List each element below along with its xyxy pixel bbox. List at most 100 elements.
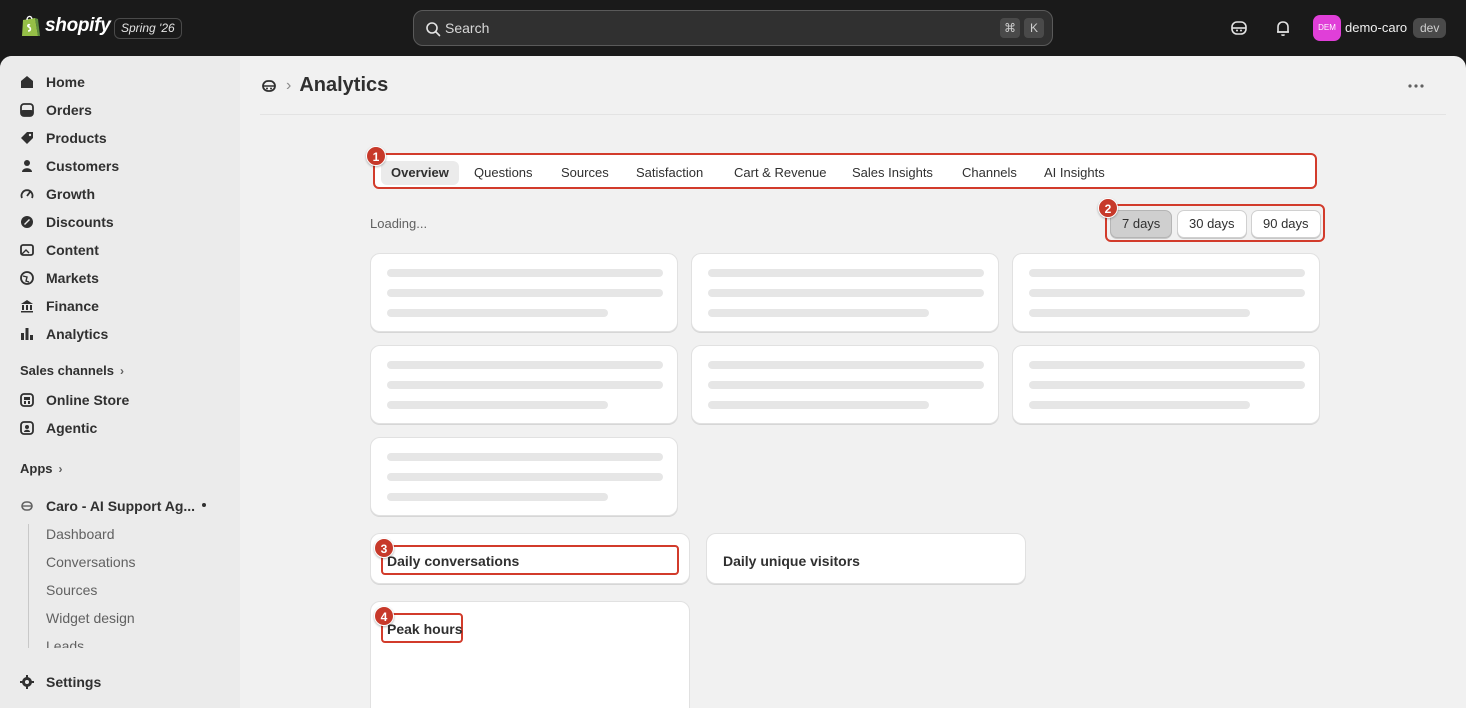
- tag-icon: [21, 132, 33, 144]
- search-icon: [426, 22, 441, 37]
- sidebar-subitem-widget-design[interactable]: Widget design: [46, 610, 135, 626]
- sidebar-item-label: Growth: [46, 186, 95, 202]
- app-robot-icon: [21, 501, 33, 511]
- subnav-guide-line: [28, 524, 29, 648]
- sidebar-item-settings[interactable]: Settings: [20, 670, 101, 694]
- version-badge: Spring '26: [114, 18, 182, 39]
- sidebar-item-label: Home: [46, 74, 85, 90]
- gauge-icon: [20, 189, 34, 199]
- tab-questions[interactable]: Questions: [464, 161, 543, 185]
- sidebar-item-home[interactable]: Home: [20, 70, 85, 94]
- card-title: Daily unique visitors: [723, 553, 860, 569]
- breadcrumb: › Analytics: [260, 74, 388, 97]
- sidebar-item-analytics[interactable]: Analytics: [20, 322, 108, 346]
- main-content: › Analytics Overview Questions Sources S…: [240, 56, 1466, 708]
- sidebar-subitem-dashboard[interactable]: Dashboard: [46, 526, 115, 542]
- app-status-dot: [202, 503, 206, 507]
- peak-hours-card: Peak hours: [370, 601, 690, 708]
- metric-skeleton-card: [370, 437, 678, 516]
- tab-sales-insights[interactable]: Sales Insights: [842, 161, 943, 185]
- annotation-marker-1: 1: [366, 146, 386, 166]
- sidebar-subitem-leads[interactable]: Leads: [46, 638, 84, 648]
- app-robot-icon[interactable]: [260, 77, 278, 95]
- sidebar-item-content[interactable]: Content: [20, 238, 99, 262]
- annotation-marker-2: 2: [1098, 198, 1118, 218]
- metric-skeleton-card: [691, 253, 999, 332]
- page-title: Analytics: [299, 74, 389, 96]
- image-icon: [20, 244, 34, 256]
- search-bar[interactable]: ⌘ K: [413, 10, 1053, 46]
- sidebar-item-caro-app[interactable]: Caro - AI Support Ag...: [20, 494, 195, 518]
- sales-channels-section[interactable]: Sales channels ›: [20, 363, 124, 378]
- sidebar-item-agentic[interactable]: Agentic: [20, 416, 97, 440]
- tab-channels[interactable]: Channels: [952, 161, 1027, 185]
- sidekick-icon[interactable]: [1229, 18, 1249, 38]
- range-90-days-button[interactable]: 90 days: [1251, 210, 1321, 238]
- avatar[interactable]: DEM: [1313, 15, 1341, 41]
- sidebar: Home Orders Products Customers Growth Di…: [0, 56, 240, 708]
- sidebar-item-label: Online Store: [46, 392, 130, 408]
- sidebar-item-customers[interactable]: Customers: [20, 154, 119, 178]
- sidebar-item-label: Caro - AI Support Ag...: [46, 498, 196, 514]
- section-label: Sales channels: [20, 363, 114, 378]
- sidebar-subitem-conversations[interactable]: Conversations: [46, 554, 136, 570]
- tab-ai-insights[interactable]: AI Insights: [1034, 161, 1115, 185]
- agent-icon: [20, 421, 34, 435]
- more-actions-icon[interactable]: [1406, 76, 1426, 96]
- tab-sources[interactable]: Sources: [551, 161, 619, 185]
- search-input[interactable]: [445, 11, 985, 45]
- discount-icon: [21, 216, 33, 228]
- tab-overview[interactable]: Overview: [381, 161, 459, 185]
- metric-skeleton-card: [370, 345, 678, 424]
- bank-icon: [21, 300, 33, 313]
- sidebar-item-growth[interactable]: Growth: [20, 182, 95, 206]
- sidebar-item-orders[interactable]: Orders: [20, 98, 92, 122]
- sidebar-item-label: Settings: [46, 674, 102, 690]
- chevron-right-icon: ›: [119, 363, 124, 378]
- shopify-bag-icon: [22, 15, 40, 36]
- bell-icon[interactable]: [1273, 18, 1293, 38]
- loading-text: Loading...: [370, 216, 428, 231]
- sidebar-item-markets[interactable]: Markets: [20, 266, 99, 290]
- home-icon: [21, 76, 33, 88]
- header-divider: [260, 114, 1446, 115]
- shortcut-k-key: K: [1024, 18, 1044, 38]
- sidebar-item-discounts[interactable]: Discounts: [20, 210, 114, 234]
- gear-icon: [20, 675, 34, 689]
- apps-section[interactable]: Apps ›: [20, 461, 63, 476]
- metric-skeleton-card: [370, 253, 678, 332]
- sidebar-item-label: Products: [46, 130, 107, 146]
- store-name[interactable]: demo-caro: [1345, 20, 1407, 35]
- sidebar-item-label: Analytics: [46, 326, 109, 342]
- sidebar-item-label: Agentic: [46, 420, 98, 436]
- date-range-selector: 7 days 30 days 90 days: [1105, 204, 1325, 242]
- store-icon: [20, 393, 34, 407]
- range-30-days-button[interactable]: 30 days: [1177, 210, 1247, 238]
- shopify-logo[interactable]: shopify: [20, 14, 111, 38]
- sidebar-item-online-store[interactable]: Online Store: [20, 388, 129, 412]
- range-7-days-button[interactable]: 7 days: [1110, 210, 1173, 238]
- app-shell: Home Orders Products Customers Growth Di…: [0, 56, 1466, 708]
- daily-conversations-card: Daily conversations: [370, 533, 690, 584]
- chevron-right-icon: ›: [58, 461, 63, 476]
- sidebar-subitem-sources[interactable]: Sources: [46, 582, 97, 598]
- person-icon: [22, 160, 32, 172]
- bar-chart-icon: [21, 328, 33, 340]
- sidebar-item-label: Finance: [46, 298, 99, 314]
- sidebar-item-finance[interactable]: Finance: [20, 294, 99, 318]
- sidebar-item-label: Customers: [46, 158, 120, 174]
- metric-skeleton-card: [691, 345, 999, 424]
- card-title: Daily conversations: [387, 553, 520, 569]
- tab-cart-revenue[interactable]: Cart & Revenue: [724, 161, 837, 185]
- sidebar-item-label: Markets: [46, 270, 99, 286]
- metric-skeleton-card: [1012, 253, 1320, 332]
- annotation-marker-4: 4: [374, 606, 394, 626]
- top-bar: shopify Spring '26 ⌘ K DEM demo-caro dev: [0, 0, 1466, 56]
- section-label: Apps: [20, 461, 53, 476]
- daily-unique-visitors-card: Daily unique visitors: [706, 533, 1026, 584]
- sidebar-item-products[interactable]: Products: [20, 126, 107, 150]
- inbox-icon: [20, 103, 34, 117]
- annotation-marker-3: 3: [374, 538, 394, 558]
- tab-satisfaction[interactable]: Satisfaction: [626, 161, 713, 185]
- sidebar-item-label: Orders: [46, 102, 92, 118]
